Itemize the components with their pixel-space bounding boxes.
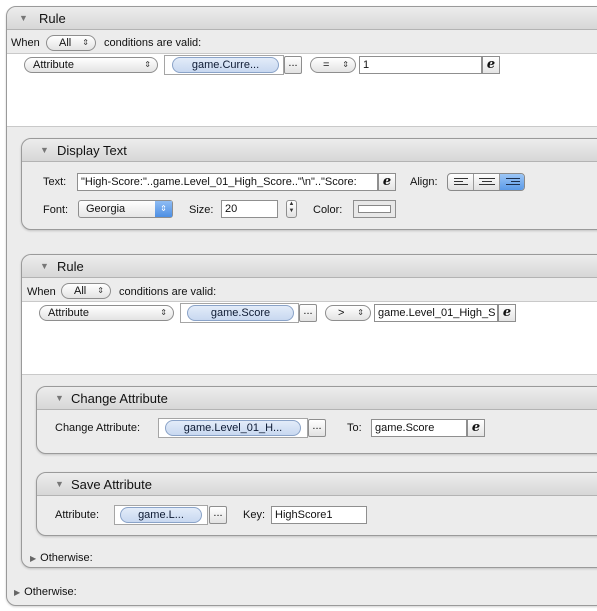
display-text-title: Display Text [57, 143, 127, 158]
rule-inner-title: Rule [57, 259, 84, 274]
rule-title: Rule [39, 11, 66, 26]
operator-value: > [338, 307, 345, 319]
updown-arrows-icon: ⇕ [342, 60, 349, 69]
updown-arrows-icon: ⇕ [144, 60, 151, 69]
updown-arrows-icon: ⇕ [97, 286, 104, 295]
align-center-icon [479, 178, 495, 185]
attribute-token[interactable]: game.Curre... [172, 57, 279, 73]
expression-editor-icon[interactable]: e [378, 173, 396, 191]
key-field[interactable]: HighScore1 [271, 506, 367, 524]
triangle-down-icon[interactable]: ▼ [40, 261, 49, 271]
triangle-down-icon[interactable]: ▼ [19, 13, 28, 23]
change-attribute-label: Change Attribute: [55, 422, 141, 434]
when-value: All [74, 285, 87, 297]
triangle-right-icon[interactable]: ▶ [30, 554, 36, 563]
text-label: Text: [43, 176, 67, 188]
when-value: All [59, 37, 72, 49]
condition-type-popup[interactable]: Attribute ⇕ [39, 305, 174, 321]
rule-inner-header[interactable]: ▼ Rule [22, 255, 597, 278]
attribute-browse-button[interactable]: ... [299, 304, 317, 322]
key-label: Key: [243, 509, 266, 521]
attribute-label: Attribute: [55, 509, 100, 521]
otherwise-outer[interactable]: ▶ Otherwise: [14, 586, 77, 598]
expression-editor-icon[interactable]: e [498, 304, 516, 322]
expression-editor-icon[interactable]: e [467, 419, 485, 437]
updown-arrows-icon: ⇕ [357, 308, 364, 317]
attribute-token[interactable]: game.Score [187, 305, 294, 321]
save-attribute-panel: ▼ Save Attribute [36, 472, 597, 536]
align-segmented-control [447, 173, 525, 191]
condition-type-popup[interactable]: Attribute ⇕ [24, 57, 158, 73]
when-label: When [11, 37, 40, 49]
expression-editor-icon[interactable]: e [482, 56, 500, 74]
align-right-button[interactable] [500, 174, 524, 190]
triangle-down-icon[interactable]: ▼ [40, 145, 49, 155]
conditions-label: conditions are valid: [119, 286, 217, 298]
attribute-browse-button[interactable]: ... [209, 506, 227, 524]
align-label: Align: [410, 176, 438, 188]
size-field[interactable]: 20 [221, 200, 278, 218]
font-label: Font: [43, 204, 69, 216]
condition-value-field[interactable]: 1 [359, 56, 482, 74]
save-attribute-header[interactable]: ▼ Save Attribute [37, 473, 597, 496]
conditions-label: conditions are valid: [104, 37, 202, 49]
save-attribute-title: Save Attribute [71, 477, 152, 492]
operator-popup[interactable]: > ⇕ [325, 305, 371, 321]
to-value-field[interactable]: game.Score [371, 419, 467, 437]
operator-popup[interactable]: = ⇕ [310, 57, 356, 73]
change-attribute-title: Change Attribute [71, 391, 168, 406]
triangle-right-icon[interactable]: ▶ [14, 588, 20, 597]
size-label: Size: [189, 204, 214, 216]
to-label: To: [347, 422, 362, 434]
otherwise-inner[interactable]: ▶ Otherwise: [30, 552, 93, 564]
attribute-browse-button[interactable]: ... [284, 56, 302, 74]
align-center-button[interactable] [474, 174, 500, 190]
condition-type: Attribute [33, 59, 74, 71]
when-popup[interactable]: All ⇕ [61, 283, 111, 299]
updown-arrows-icon: ⇕ [82, 38, 89, 47]
when-popup[interactable]: All ⇕ [46, 35, 96, 51]
color-well[interactable] [353, 200, 396, 218]
attribute-token[interactable]: game.Level_01_H... [165, 420, 301, 436]
font-value: Georgia [86, 203, 126, 215]
when-label: When [27, 286, 56, 298]
operator-value: = [323, 59, 330, 71]
triangle-down-icon[interactable]: ▼ [55, 479, 64, 489]
color-swatch [358, 205, 391, 213]
updown-arrows-icon: ⇕ [160, 308, 167, 317]
condition-type: Attribute [48, 307, 89, 319]
font-popup[interactable]: Georgia ⇕ [78, 200, 173, 218]
rule-header[interactable]: ▼ Rule [7, 7, 597, 30]
attribute-browse-button[interactable]: ... [308, 419, 326, 437]
attribute-token[interactable]: game.L... [120, 507, 202, 523]
align-left-icon [454, 178, 468, 185]
display-text-field[interactable]: "High-Score:"..game.Level_01_High_Score.… [77, 173, 378, 191]
change-attribute-header[interactable]: ▼ Change Attribute [37, 387, 597, 410]
triangle-down-icon[interactable]: ▼ [55, 393, 64, 403]
size-stepper[interactable]: ▲ ▼ [286, 200, 297, 218]
updown-arrows-icon: ⇕ [155, 201, 172, 217]
condition-value-field[interactable]: game.Level_01_High_S [374, 304, 498, 322]
otherwise-label: Otherwise: [24, 586, 77, 598]
color-label: Color: [313, 204, 343, 216]
align-right-icon [506, 178, 520, 185]
otherwise-label: Otherwise: [40, 552, 93, 564]
display-text-header[interactable]: ▼ Display Text [22, 139, 597, 162]
align-left-button[interactable] [448, 174, 474, 190]
